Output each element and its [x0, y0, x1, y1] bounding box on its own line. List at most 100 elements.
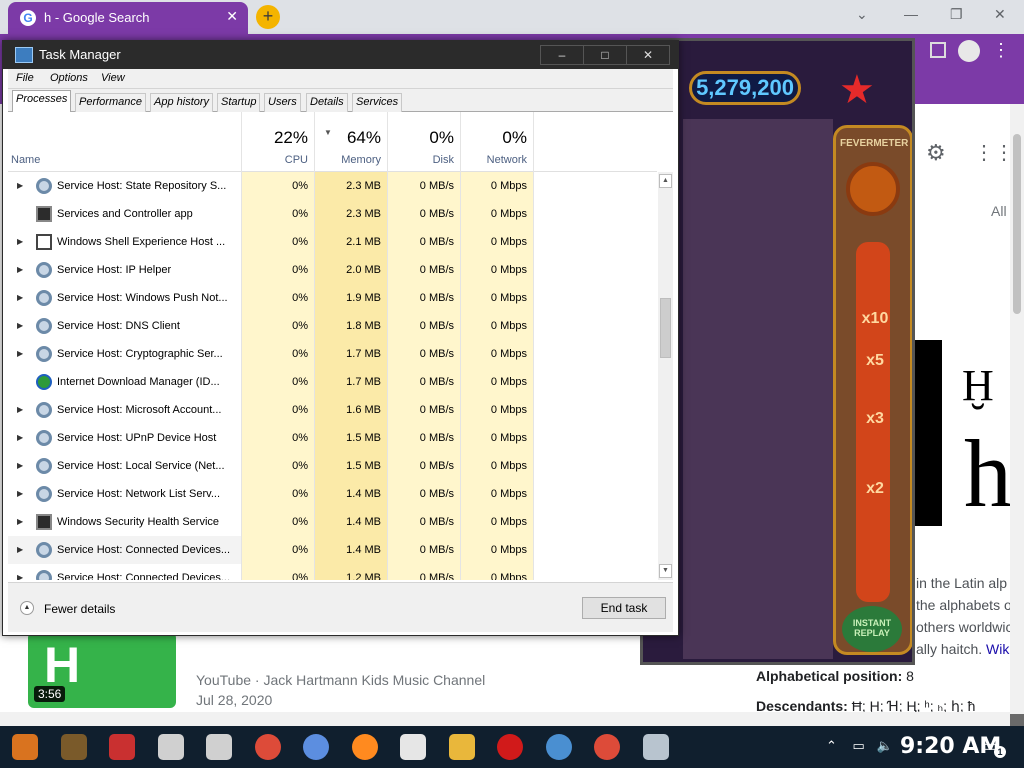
table-row[interactable]: ▶ Windows Shell Experience Host ... 0% 2.1 … — [8, 228, 657, 256]
column-network[interactable]: 0% Network — [460, 112, 533, 171]
app-icon-3[interactable] — [109, 734, 135, 760]
maximize-button[interactable]: □ — [584, 46, 627, 64]
apps-grid-icon[interactable]: ⋮⋮ — [974, 140, 1014, 165]
memory-cell: 1.7 MB — [314, 368, 387, 396]
network-cell: 0 Mbps — [460, 256, 533, 284]
new-tab-button[interactable]: + — [256, 5, 280, 29]
fewer-details-link[interactable]: Fewer details — [44, 602, 115, 616]
column-memory[interactable]: 64% Memory — [314, 112, 387, 171]
table-row[interactable]: ▶ Service Host: Connected Devices... 0% 1.4… — [8, 536, 657, 564]
expand-arrow-icon[interactable]: ▶ — [17, 284, 23, 312]
tab-performance[interactable]: Performance — [75, 93, 146, 112]
expand-arrow-icon[interactable]: ▶ — [17, 312, 23, 340]
settings-gear-icon[interactable]: ⚙ — [926, 140, 946, 166]
menu-view[interactable]: View — [101, 72, 125, 84]
task-manager-titlebar[interactable]: Task Manager – □ ✕ — [3, 41, 678, 69]
expand-arrow-icon[interactable]: ▶ — [17, 508, 23, 536]
table-row[interactable]: ▶ Service Host: UPnP Device Host 0% 1.5 MB 0… — [8, 424, 657, 452]
process-list-scrollbar[interactable]: ▲ ▼ — [658, 172, 673, 580]
chrome-alt-icon[interactable] — [303, 734, 329, 760]
instant-replay-button[interactable]: INSTANT REPLAY — [842, 606, 902, 652]
menu-file[interactable]: File — [16, 72, 34, 84]
expand-arrow-icon[interactable]: ▶ — [17, 340, 23, 368]
tab-startup[interactable]: Startup — [217, 93, 261, 112]
expand-arrow-icon[interactable]: ▶ — [17, 480, 23, 508]
restore-icon[interactable]: ❐ — [950, 6, 963, 23]
column-disk[interactable]: 0% Disk — [387, 112, 460, 171]
table-row[interactable]: Internet Download Manager (ID... 0% 1.7 MB… — [8, 368, 657, 396]
table-row[interactable]: ▶ Service Host: Windows Push Not... 0% 1.9 … — [8, 284, 657, 312]
expand-arrow-icon[interactable]: ▶ — [17, 452, 23, 480]
column-name[interactable]: Name — [11, 154, 40, 166]
profile-avatar-icon[interactable] — [958, 40, 980, 62]
table-row[interactable]: ▶ Windows Security Health Service 0% 1.4 MB… — [8, 508, 657, 536]
end-task-button[interactable]: End task — [582, 597, 666, 619]
page-vertical-scrollbar[interactable] — [1010, 104, 1024, 714]
tab-app-history[interactable]: App history — [150, 93, 214, 112]
disk-cell: 0 MB/s — [387, 200, 460, 228]
game-score: 5,279,200 — [689, 71, 801, 105]
page-horizontal-scrollbar[interactable] — [0, 712, 1010, 726]
7zip-icon[interactable] — [400, 734, 426, 760]
table-row[interactable]: ▶ Service Host: Local Service (Net... 0% 1.… — [8, 452, 657, 480]
video-thumbnail[interactable]: H 3:56 — [28, 632, 176, 708]
record-icon[interactable] — [497, 734, 523, 760]
chrome-icon[interactable] — [254, 734, 281, 760]
table-row[interactable]: ▶ Service Host: IP Helper 0% 2.0 MB 0 MB/s 0 … — [8, 256, 657, 284]
expand-arrow-icon[interactable]: ▶ — [17, 424, 23, 452]
volume-icon[interactable]: 🔈 — [876, 738, 892, 753]
expand-arrow-icon[interactable]: ▶ — [17, 228, 23, 256]
all-filter-link[interactable]: All — [991, 203, 1007, 219]
app-icon-5[interactable] — [206, 734, 232, 760]
scrollbar-thumb[interactable] — [660, 298, 671, 358]
close-tab-icon[interactable]: ✕ — [226, 8, 238, 25]
table-row[interactable]: ▶ Service Host: Cryptographic Ser... 0% 1.7… — [8, 340, 657, 368]
folder-icon[interactable] — [448, 734, 475, 760]
chrome-tab-google-search[interactable]: G h - Google Search ✕ — [8, 2, 248, 34]
game-playfield[interactable] — [683, 119, 833, 659]
wikipedia-link[interactable]: Wiki — [986, 641, 1012, 657]
scroll-up-icon[interactable]: ▲ — [659, 174, 672, 188]
process-name: Service Host: Connected Devices... — [57, 572, 231, 580]
qbittorrent-icon[interactable] — [545, 734, 572, 760]
chevron-down-icon[interactable]: ⌄ — [856, 6, 868, 23]
app-icon-1[interactable] — [12, 734, 38, 760]
expand-arrow-icon[interactable]: ▶ — [17, 396, 23, 424]
expand-arrow-icon[interactable]: ▶ — [17, 172, 23, 200]
minimize-button[interactable]: – — [541, 46, 584, 64]
network-icon[interactable]: ▭ — [853, 738, 865, 753]
tab-processes[interactable]: Processes — [12, 90, 72, 113]
expand-arrow-icon[interactable]: ▶ — [17, 256, 23, 284]
scroll-down-icon[interactable]: ▼ — [659, 564, 672, 578]
cpu-cell: 0% — [241, 480, 314, 508]
chevron-up-icon[interactable]: ▲ — [20, 601, 34, 615]
app-icon-4[interactable] — [157, 734, 184, 760]
table-row[interactable]: ▶ Service Host: Network List Serv... 0% 1.4… — [8, 480, 657, 508]
expand-arrow-icon[interactable]: ▶ — [17, 564, 23, 580]
firefox-icon[interactable] — [351, 734, 378, 760]
table-row[interactable]: Services and Controller app 0% 2.3 MB 0 MB/… — [8, 200, 657, 228]
table-row[interactable]: ▶ Service Host: State Repository S... 0% 2.… — [8, 172, 657, 200]
chevron-up-icon[interactable]: ⌃ — [826, 738, 837, 753]
minimize-icon[interactable]: — — [904, 6, 918, 22]
tab-services[interactable]: Services — [352, 93, 403, 112]
menu-options[interactable]: Options — [50, 72, 88, 84]
close-button[interactable]: ✕ — [627, 46, 669, 64]
chrome-menu-icon[interactable]: ⋮ — [992, 40, 1010, 61]
cpu-cell: 0% — [241, 452, 314, 480]
notification-icon[interactable]: ▭ 1 — [982, 736, 1006, 758]
column-cpu[interactable]: 22% CPU — [241, 112, 314, 171]
side-panel-icon[interactable] — [930, 42, 946, 58]
game-window[interactable]: 5,279,200 ★ FEVERMETER x10 x5 x3 x2 INST… — [640, 38, 915, 665]
scrollbar-thumb[interactable] — [1013, 134, 1021, 314]
tab-details[interactable]: Details — [306, 93, 348, 112]
chrome-icon[interactable] — [594, 734, 620, 760]
expand-arrow-icon[interactable]: ▶ — [17, 536, 23, 564]
table-row[interactable]: ▶ Service Host: DNS Client 0% 1.8 MB 0 MB/s 0… — [8, 312, 657, 340]
table-row[interactable]: ▶ Service Host: Connected Devices... 0% 1.2… — [8, 564, 657, 580]
close-window-icon[interactable]: ✕ — [994, 6, 1006, 23]
app-icon-2[interactable] — [60, 734, 87, 760]
tab-users[interactable]: Users — [264, 93, 301, 112]
table-row[interactable]: ▶ Service Host: Microsoft Account... 0% 1.6… — [8, 396, 657, 424]
photos-icon[interactable] — [642, 734, 669, 760]
